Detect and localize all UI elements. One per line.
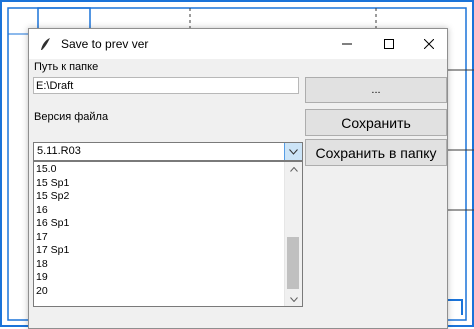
version-select[interactable]: 5.11.R03	[33, 142, 303, 161]
version-option[interactable]: 15.0	[34, 163, 286, 177]
maximize-button[interactable]	[369, 29, 409, 59]
folder-path-input[interactable]: E:\Draft	[33, 77, 299, 94]
maximize-icon	[384, 39, 394, 49]
save-button[interactable]: Сохранить	[305, 109, 447, 136]
save-to-prev-ver-dialog: Save to prev ver Путь к папке E:\Draft .…	[28, 28, 448, 329]
close-icon	[424, 39, 434, 49]
minimize-icon	[342, 43, 352, 45]
save-to-folder-button[interactable]: Сохранить в папку	[305, 139, 447, 166]
browse-button[interactable]: ...	[305, 77, 447, 103]
version-option[interactable]: 19	[34, 271, 286, 285]
version-option[interactable]: 15 Sp1	[34, 177, 286, 191]
chevron-down-icon	[289, 296, 298, 302]
version-option[interactable]: 15 Sp2	[34, 190, 286, 204]
version-dropdown-list: 15.0 15 Sp1 15 Sp2 16 16 Sp1 17 17 Sp1 1…	[33, 161, 303, 307]
version-dropdown-button[interactable]	[284, 143, 302, 160]
version-option[interactable]: 17	[34, 231, 286, 245]
chevron-up-icon	[289, 166, 298, 172]
version-option[interactable]: 18	[34, 258, 286, 272]
version-options: 15.0 15 Sp1 15 Sp2 16 16 Sp1 17 17 Sp1 1…	[34, 163, 286, 298]
folder-path-label: Путь к папке	[34, 61, 99, 73]
version-option[interactable]: 17 Sp1	[34, 244, 286, 258]
window-title: Save to prev ver	[61, 37, 149, 51]
close-button[interactable]	[409, 29, 449, 59]
version-option[interactable]: 16 Sp1	[34, 217, 286, 231]
title-bar[interactable]: Save to prev ver	[29, 29, 447, 59]
scroll-down-button[interactable]	[285, 292, 302, 306]
scroll-thumb[interactable]	[287, 237, 299, 289]
feather-icon	[41, 38, 50, 50]
minimize-button[interactable]	[327, 29, 367, 59]
chevron-down-icon	[289, 148, 298, 155]
file-version-label: Версия файла	[34, 111, 109, 123]
version-option[interactable]: 20	[34, 285, 286, 299]
version-option[interactable]: 16	[34, 204, 286, 218]
version-selected-value: 5.11.R03	[37, 145, 81, 157]
dropdown-scrollbar[interactable]	[284, 162, 302, 306]
scroll-up-button[interactable]	[285, 162, 302, 176]
